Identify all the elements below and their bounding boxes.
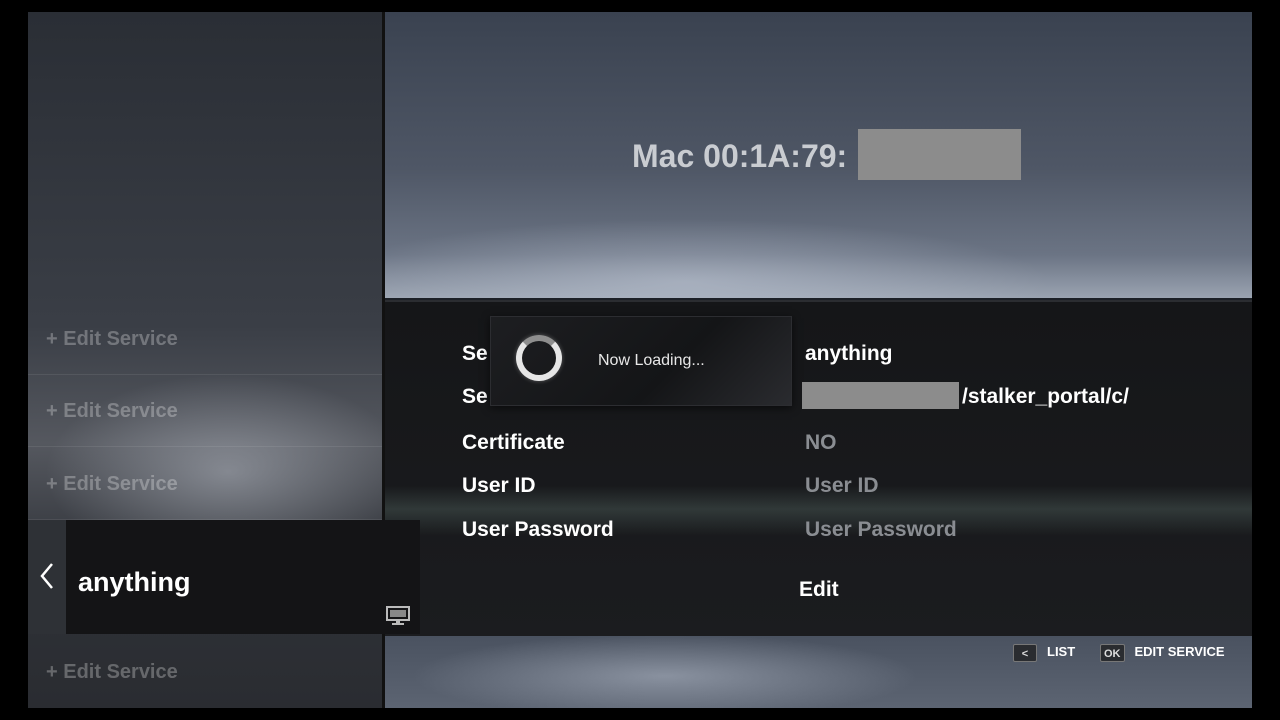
sidebar-item-selected[interactable]: anything — [28, 520, 420, 634]
sidebar-item-label: + Edit Service — [46, 328, 178, 350]
sidebar-item-edit-service-2[interactable]: + Edit Service — [28, 375, 382, 447]
hint-edit-service-label: EDIT SERVICE — [1134, 644, 1225, 659]
mac-address-redaction — [858, 129, 1021, 180]
user-password-field[interactable]: User Password — [805, 518, 957, 542]
tv-icon — [386, 606, 410, 625]
mac-address-label: Mac 00:1A:79: — [632, 138, 848, 174]
chevron-left-icon — [40, 563, 53, 589]
back-key-icon: < — [1013, 643, 1037, 662]
tv-screen: + Edit Service + Edit Service + Edit Ser… — [28, 12, 1252, 708]
loading-spinner-icon — [516, 335, 562, 381]
back-button[interactable] — [28, 520, 66, 634]
hint-edit-service[interactable]: OK EDIT SERVICE — [1100, 642, 1225, 662]
loading-dialog: Now Loading... — [490, 316, 792, 406]
header-banner: Mac 00:1A:79: — [385, 12, 1252, 298]
service-url-redaction — [802, 382, 959, 409]
selected-service-name: anything — [78, 567, 191, 597]
user-id-field[interactable]: User ID — [805, 474, 879, 498]
service-url-value[interactable]: /stalker_portal/c/ — [962, 385, 1129, 409]
sidebar-item-edit-service-1[interactable]: + Edit Service — [28, 303, 382, 375]
sidebar-item-edit-service-3[interactable]: + Edit Service — [28, 448, 382, 520]
certificate-label: Certificate — [462, 431, 565, 454]
service-url-label: Se — [462, 385, 488, 408]
service-name-value[interactable]: anything — [805, 342, 893, 366]
sidebar-item-label: + Edit Service — [46, 661, 178, 683]
service-name-label: Se — [462, 342, 488, 365]
edit-button[interactable]: Edit — [799, 578, 839, 602]
sidebar-item-edit-service-4[interactable]: + Edit Service — [28, 636, 382, 708]
hint-list[interactable]: < LIST — [1013, 642, 1075, 662]
hint-list-label: LIST — [1047, 644, 1076, 659]
ok-key-icon: OK — [1100, 643, 1125, 662]
sidebar-item-label: + Edit Service — [46, 400, 178, 422]
user-id-label: User ID — [462, 474, 536, 497]
sidebar-item-label: + Edit Service — [46, 473, 178, 495]
loading-text: Now Loading... — [598, 352, 705, 369]
user-password-label: User Password — [462, 518, 614, 541]
certificate-value[interactable]: NO — [805, 431, 837, 455]
